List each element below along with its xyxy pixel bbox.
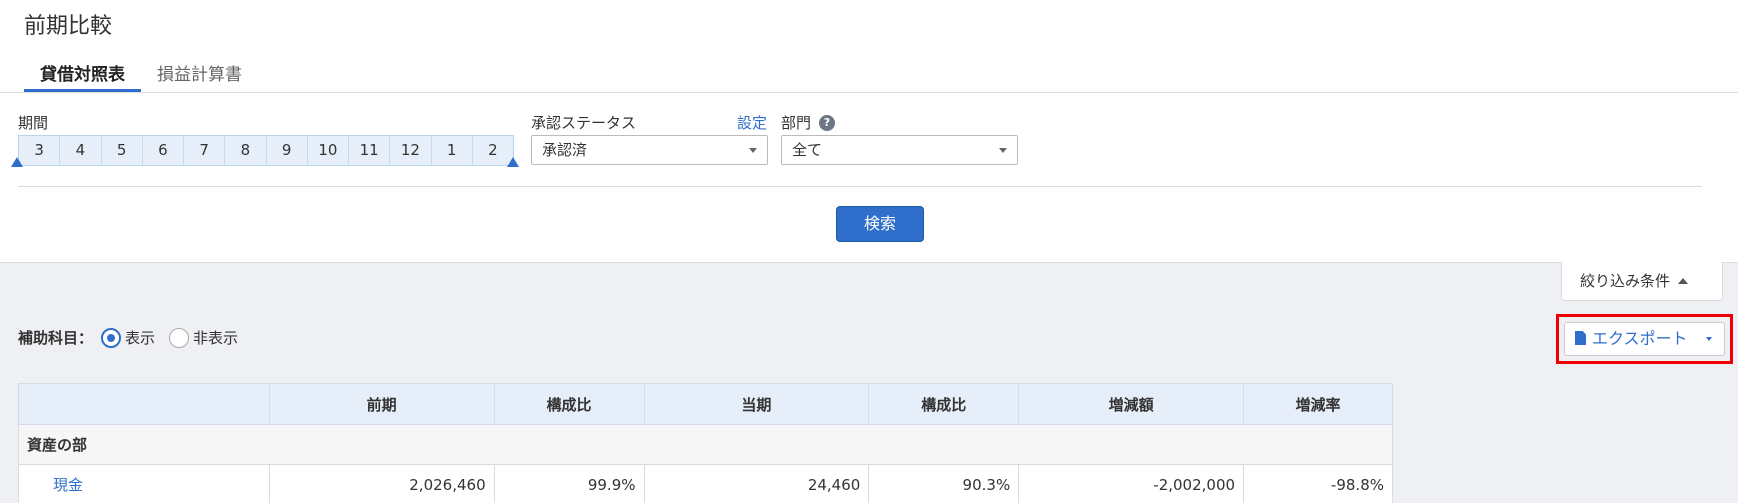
column-header-prev[interactable]: 前期 [268, 383, 495, 425]
period-month[interactable]: 7 [184, 136, 226, 165]
radio-hide-label[interactable]: 非表示 [193, 327, 238, 348]
radio-show[interactable] [101, 327, 122, 348]
period-month[interactable]: 8 [225, 136, 267, 165]
export-button[interactable]: エクスポート [1564, 322, 1725, 356]
page-title: 前期比較 [24, 14, 113, 39]
cell-diff: -2,002,000 [1018, 464, 1245, 503]
approval-status-label: 承認ステータス [531, 114, 637, 132]
column-header-curr[interactable]: 当期 [643, 383, 870, 425]
cell-diff-rate: -98.8% [1243, 464, 1393, 503]
section-title: 資産の部 [18, 424, 1393, 465]
comparison-table: 前期 構成比 当期 構成比 増減額 増減率 資産の部 現金 2,026,460 … [18, 383, 1393, 503]
column-header-curr-ratio[interactable]: 構成比 [868, 383, 1020, 425]
period-label: 期間 [18, 114, 49, 132]
period-month[interactable]: 12 [390, 136, 432, 165]
column-header-prev-ratio[interactable]: 構成比 [493, 383, 645, 425]
column-header-diff-rate[interactable]: 増減率 [1243, 383, 1393, 425]
report-tabs: 貸借対照表 損益計算書 [24, 50, 258, 92]
cell-curr: 24,460 [643, 464, 870, 503]
account-name-link[interactable]: 現金 [18, 464, 270, 503]
filter-divider [18, 186, 1702, 187]
period-start-handle[interactable] [11, 157, 23, 167]
table-row: 現金 2,026,460 99.9% 24,460 90.3% -2,002,0… [18, 464, 1393, 503]
approval-status-select[interactable]: 承認済 [531, 135, 768, 165]
sub-account-label: 補助科目： [18, 329, 94, 347]
period-month[interactable]: 11 [349, 136, 391, 165]
sub-account-toggle: 補助科目： 表示 非表示 [18, 327, 246, 348]
department-label: 部門 [781, 114, 812, 132]
column-header-diff[interactable]: 増減額 [1018, 383, 1245, 425]
cell-curr-ratio: 90.3% [868, 464, 1020, 503]
period-range-slider[interactable]: 3 4 5 6 7 8 9 10 11 12 1 2 [18, 135, 514, 166]
department-select[interactable]: 全て [781, 135, 1018, 165]
chevron-down-icon [1706, 337, 1712, 341]
column-header-account [18, 383, 270, 425]
tabs-divider [0, 92, 1738, 93]
filter-toggle-label: 絞り込み条件 [1580, 272, 1671, 290]
period-month[interactable]: 4 [60, 136, 102, 165]
cell-prev: 2,026,460 [268, 464, 495, 503]
search-button[interactable]: 検索 [836, 206, 924, 242]
period-month[interactable]: 6 [143, 136, 184, 165]
period-month[interactable]: 3 [19, 136, 61, 165]
section-row-assets: 資産の部 [18, 424, 1393, 465]
cell-prev-ratio: 99.9% [493, 464, 645, 503]
period-month[interactable]: 10 [308, 136, 349, 165]
help-icon[interactable]: ? [819, 115, 835, 131]
approval-status-value: 承認済 [542, 141, 588, 159]
department-value: 全て [792, 141, 823, 159]
period-month[interactable]: 1 [432, 136, 473, 165]
tab-balance-sheet[interactable]: 貸借対照表 [24, 50, 141, 92]
export-label: エクスポート [1592, 329, 1688, 348]
tab-profit-loss[interactable]: 損益計算書 [141, 50, 258, 92]
chevron-down-icon [749, 148, 757, 153]
period-month[interactable]: 5 [102, 136, 143, 165]
period-month[interactable]: 9 [267, 136, 308, 165]
table-header-row: 前期 構成比 当期 構成比 増減額 増減率 [18, 383, 1393, 425]
radio-show-label[interactable]: 表示 [125, 327, 155, 348]
radio-hide[interactable] [169, 327, 190, 348]
period-end-handle[interactable] [507, 157, 519, 167]
chevron-down-icon [999, 148, 1007, 153]
file-download-icon [1575, 331, 1586, 345]
filter-toggle-button[interactable]: 絞り込み条件 [1561, 262, 1723, 301]
chevron-up-icon [1678, 278, 1689, 284]
approval-settings-link[interactable]: 設定 [737, 112, 767, 133]
